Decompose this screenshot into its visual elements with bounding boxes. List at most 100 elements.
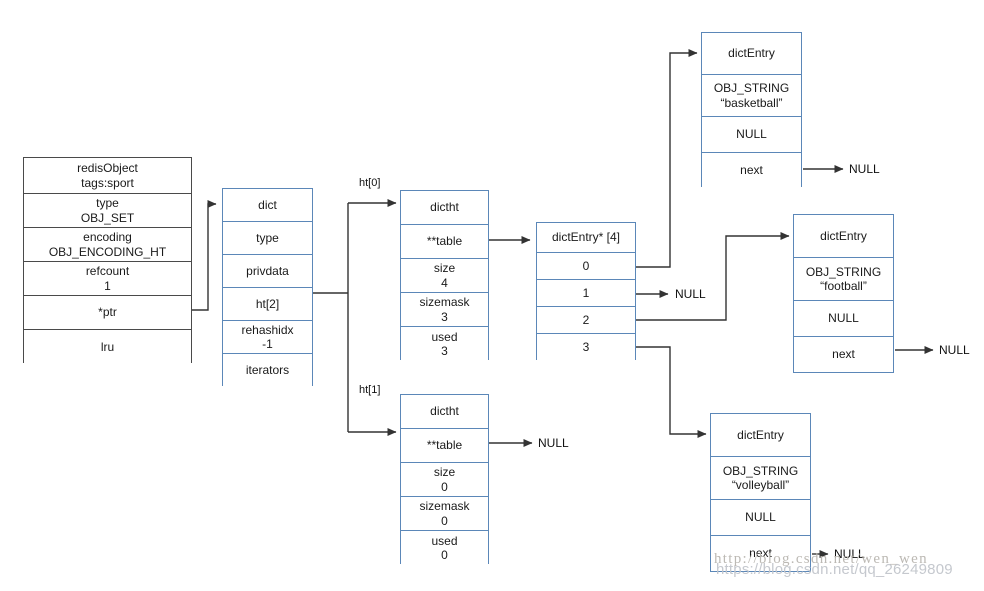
bucket-array-title: dictEntry* [4] (551, 230, 621, 245)
entry-value-field: NULL (828, 311, 859, 326)
entry1-next-null-label: NULL (849, 162, 880, 176)
redis-object-row-type: type OBJ_SET (24, 194, 191, 228)
field-label: type (96, 196, 119, 211)
field-label: lru (100, 339, 115, 354)
bucket-array-header: dictEntry* [4] (537, 223, 635, 253)
bucket-row-2: 2 (537, 307, 635, 334)
entry-next-field: next (740, 163, 763, 178)
bucket-index: 2 (582, 312, 590, 327)
entry-value-field: NULL (736, 127, 767, 142)
field-label: **table (426, 234, 463, 249)
entry-next-field: next (832, 347, 855, 362)
field-label: iterators (245, 363, 290, 378)
entry-key-value: “volleyball” (731, 478, 790, 492)
ht0-port-label: ht[0] (359, 177, 381, 189)
field-value: 0 (441, 548, 448, 562)
field-label: used (431, 329, 458, 344)
entry-header: dictEntry (711, 414, 810, 457)
entry-header: dictEntry (794, 215, 893, 258)
dictht-ht1-row-sizemask: sizemask 0 (401, 497, 488, 531)
entry-title: dictEntry (737, 427, 784, 442)
redis-object-row-ptr: *ptr (24, 296, 191, 330)
dictht-ht0-header: dictht (401, 191, 488, 225)
field-label: **table (426, 438, 463, 453)
dict-entry-football-box: dictEntry OBJ_STRING “football” NULL nex… (793, 214, 894, 373)
dictht-ht0-row-used: used 3 (401, 327, 488, 361)
field-value: 4 (441, 275, 448, 290)
field-value: OBJ_SET (80, 210, 135, 225)
field-value: -1 (262, 337, 273, 351)
field-value: 3 (441, 309, 448, 324)
dictht-title: dictht (430, 404, 459, 419)
wire-bucket2 (636, 232, 790, 321)
bucket-index: 1 (582, 285, 590, 300)
redis-object-header: redisObject tags:sport (24, 158, 191, 194)
field-label: refcount (85, 264, 130, 279)
wire-bucket0 (636, 49, 698, 268)
entry-value: NULL (711, 500, 810, 536)
dict-row-privdata: privdata (223, 255, 312, 288)
entry-key-value: “football” (820, 279, 867, 293)
dictht-ht1-row-used: used 0 (401, 531, 488, 565)
bucket-row-1: 1 (537, 280, 635, 307)
entry-next: next (794, 337, 893, 372)
dictht-title: dictht (430, 200, 459, 215)
ht1-table-null-label: NULL (538, 436, 569, 450)
diagram-canvas: redisObject tags:sport type OBJ_SET enco… (0, 0, 984, 591)
field-label: rehashidx (241, 322, 294, 337)
entry2-next-null-label: NULL (939, 343, 970, 357)
wire-ptr-to-dict (192, 200, 217, 311)
dict-header: dict (223, 189, 312, 222)
entry-key-value: “basketball” (720, 95, 783, 110)
dict-box: dict type privdata ht[2] rehashidx -1 it… (222, 188, 313, 387)
bucket-index: 3 (582, 340, 590, 355)
entry-title: dictEntry (728, 46, 775, 61)
redis-object-tag: tags:sport (81, 175, 134, 190)
field-value: 1 (104, 278, 111, 293)
field-value: 3 (441, 344, 448, 358)
dictht-ht1-row-size: size 0 (401, 463, 488, 497)
bucket-index: 0 (582, 258, 590, 273)
field-value: 0 (441, 479, 448, 494)
field-label: size (433, 261, 456, 276)
dict-row-ht: ht[2] (223, 288, 312, 321)
bucket-row-0: 0 (537, 253, 635, 280)
dictht-ht0-row-sizemask: sizemask 3 (401, 293, 488, 327)
field-value: 0 (441, 513, 448, 528)
dictht-ht0-row-table: **table (401, 225, 488, 259)
entry-key: OBJ_STRING “football” (794, 258, 893, 301)
entry-value-field: NULL (745, 510, 776, 525)
dictht-ht1-header: dictht (401, 395, 488, 429)
field-label: encoding (83, 230, 132, 245)
entry-key: OBJ_STRING “volleyball” (711, 457, 810, 500)
entry-title: dictEntry (820, 228, 867, 243)
entry-value: NULL (794, 301, 893, 337)
dict-entry-basketball-box: dictEntry OBJ_STRING “basketball” NULL n… (701, 32, 802, 188)
bucket1-null-label: NULL (675, 287, 706, 301)
redis-object-row-refcount: refcount 1 (24, 262, 191, 296)
dict-row-iterators: iterators (223, 354, 312, 387)
dictht-ht0-row-size: size 4 (401, 259, 488, 293)
entry3-next-null-label: NULL (834, 547, 865, 561)
field-label: type (256, 230, 279, 245)
redis-object-title: redisObject (77, 161, 138, 176)
dict-title: dict (258, 197, 277, 212)
entry-value: NULL (702, 117, 801, 153)
field-label: sizemask (419, 295, 470, 310)
bucket-row-3: 3 (537, 334, 635, 361)
redis-object-box: redisObject tags:sport type OBJ_SET enco… (23, 157, 192, 364)
field-label: sizemask (419, 499, 470, 514)
field-label: privdata (246, 263, 289, 278)
field-label: *ptr (98, 305, 117, 320)
entry-next: next (702, 153, 801, 188)
field-label: used (431, 533, 458, 548)
wire-bucket3 (636, 346, 707, 438)
dict-row-rehashidx: rehashidx -1 (223, 321, 312, 354)
entry-key-type: OBJ_STRING (722, 463, 799, 478)
entry-key-type: OBJ_STRING (805, 264, 882, 279)
dictht-ht0-box: dictht **table size 4 sizemask 3 used 3 (400, 190, 489, 361)
ht1-port-label: ht[1] (359, 384, 381, 396)
entry-key-type: OBJ_STRING (713, 81, 790, 96)
bucket-array-box: dictEntry* [4] 0 1 2 3 (536, 222, 636, 361)
redis-object-row-lru: lru (24, 330, 191, 364)
